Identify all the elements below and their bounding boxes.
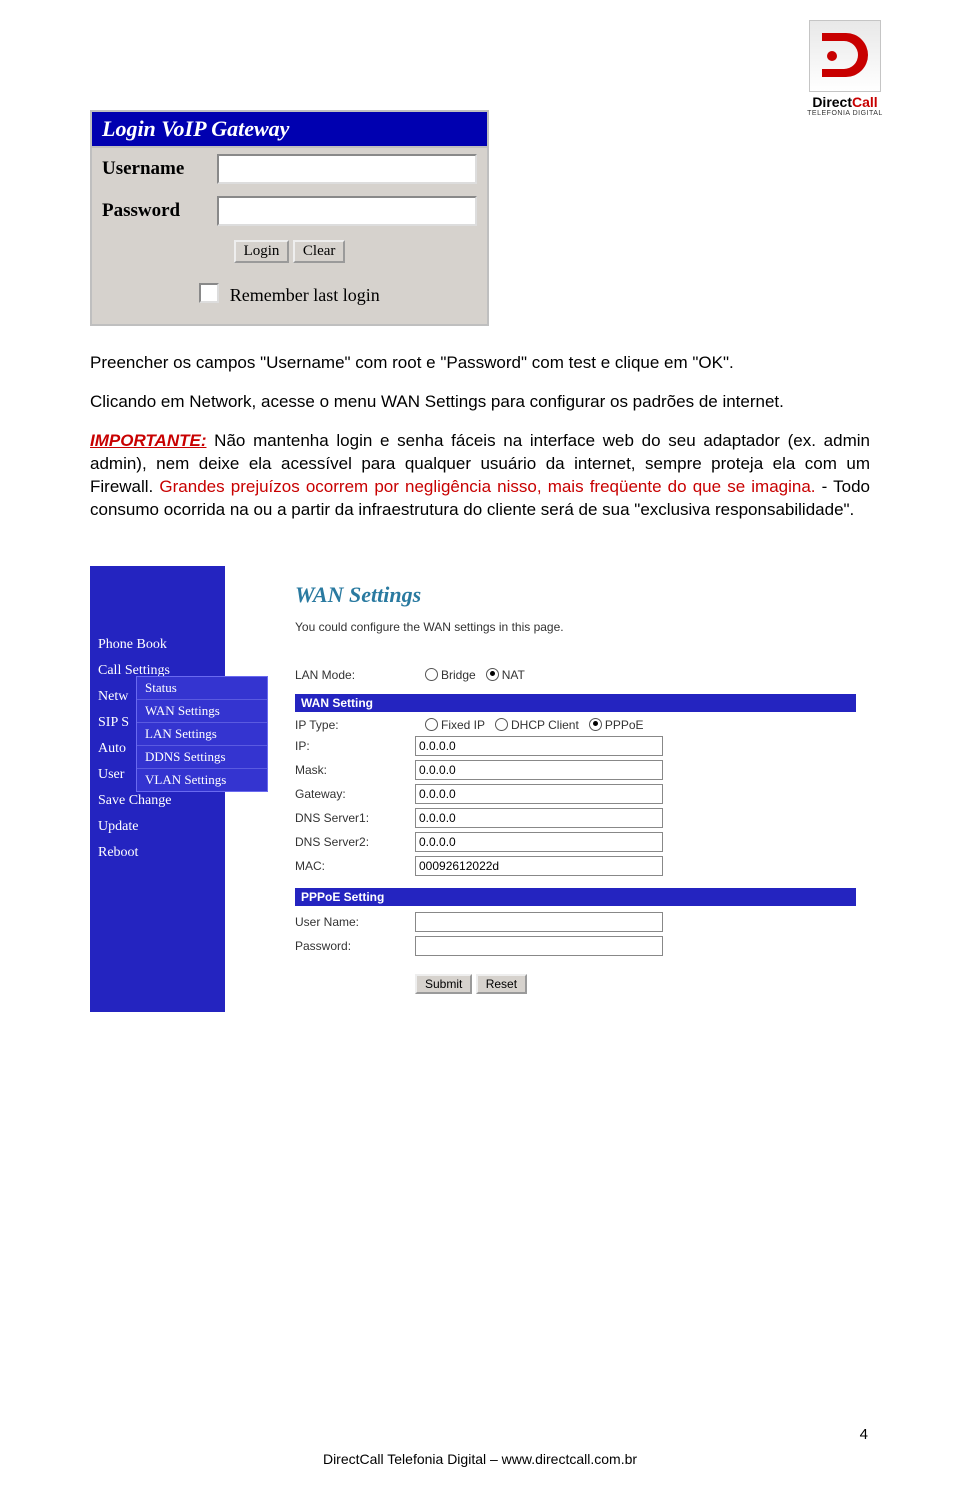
lan-mode-bridge-text: Bridge — [441, 668, 476, 682]
password-label: Password — [102, 200, 217, 222]
lan-mode-bridge-radio[interactable] — [425, 668, 438, 681]
submenu-wan[interactable]: WAN Settings — [137, 700, 267, 723]
submenu-ddns[interactable]: DDNS Settings — [137, 746, 267, 769]
ip-type-dhcp-text: DHCP Client — [511, 718, 579, 732]
gateway-label: Gateway: — [295, 787, 415, 801]
logo-text-b: Call — [852, 94, 878, 110]
body-copy: Preencher os campos "Username" com root … — [90, 352, 870, 522]
login-title: Login VoIP Gateway — [92, 112, 487, 148]
important-label: IMPORTANTE: — [90, 431, 206, 450]
ip-type-dhcp-radio[interactable] — [495, 718, 508, 731]
reset-button[interactable]: Reset — [476, 974, 527, 994]
network-submenu: Status WAN Settings LAN Settings DDNS Se… — [136, 676, 268, 792]
username-input[interactable] — [217, 154, 477, 184]
submit-button[interactable]: Submit — [415, 974, 472, 994]
clear-button[interactable]: Clear — [293, 240, 345, 263]
brand-logo: DirectCall TELEFONIA DIGITAL — [790, 20, 900, 117]
login-button[interactable]: Login — [234, 240, 290, 263]
password-input[interactable] — [217, 196, 477, 226]
login-panel: Login VoIP Gateway Username Password Log… — [90, 110, 489, 326]
paragraph-1: Preencher os campos "Username" com root … — [90, 352, 870, 375]
ip-input[interactable] — [415, 736, 663, 756]
mask-input[interactable] — [415, 760, 663, 780]
wan-settings-screenshot: Phone Book Call Settings Netw SIP S Auto… — [90, 566, 870, 1012]
wan-section-bar: WAN Setting — [295, 694, 856, 712]
ip-type-pppoe-text: PPPoE — [605, 718, 644, 732]
lan-mode-nat-text: NAT — [502, 668, 525, 682]
dns2-input[interactable] — [415, 832, 663, 852]
ip-type-fixed-radio[interactable] — [425, 718, 438, 731]
remember-checkbox[interactable] — [199, 283, 219, 303]
dns2-label: DNS Server2: — [295, 835, 415, 849]
logo-text-a: Direct — [812, 94, 852, 110]
submenu-lan[interactable]: LAN Settings — [137, 723, 267, 746]
wan-desc: You could configure the WAN settings in … — [295, 620, 856, 634]
sidebar: Phone Book Call Settings Netw SIP S Auto… — [90, 566, 225, 1012]
mac-input[interactable] — [415, 856, 663, 876]
gateway-input[interactable] — [415, 784, 663, 804]
p3-b: Grandes prejuízos ocorrem por negligênci… — [159, 477, 815, 496]
ip-type-fixed-text: Fixed IP — [441, 718, 485, 732]
pppoe-section-bar: PPPoE Setting — [295, 888, 856, 906]
page-number: 4 — [860, 1426, 868, 1443]
sidebar-item-reboot[interactable]: Reboot — [90, 840, 225, 866]
lan-mode-nat-radio[interactable] — [486, 668, 499, 681]
mac-label: MAC: — [295, 859, 415, 873]
ppp-user-label: User Name: — [295, 915, 415, 929]
dns1-input[interactable] — [415, 808, 663, 828]
logo-sub: TELEFONIA DIGITAL — [790, 110, 900, 117]
submenu-status[interactable]: Status — [137, 677, 267, 700]
wan-main: WAN Settings You could configure the WAN… — [225, 566, 870, 1012]
mask-label: Mask: — [295, 763, 415, 777]
ip-label: IP: — [295, 739, 415, 753]
paragraph-3: IMPORTANTE: Não mantenha login e senha f… — [90, 430, 870, 522]
lan-mode-label: LAN Mode: — [295, 668, 415, 682]
footer-text: DirectCall Telefonia Digital – www.direc… — [0, 1451, 960, 1467]
logo-text: DirectCall — [790, 94, 900, 110]
ip-type-pppoe-radio[interactable] — [589, 718, 602, 731]
ip-type-label: IP Type: — [295, 718, 415, 732]
logo-mark — [809, 20, 881, 92]
submenu-vlan[interactable]: VLAN Settings — [137, 769, 267, 791]
sidebar-item-update[interactable]: Update — [90, 814, 225, 840]
sidebar-item-phonebook[interactable]: Phone Book — [90, 632, 225, 658]
ppp-pass-input[interactable] — [415, 936, 663, 956]
paragraph-2: Clicando em Network, acesse o menu WAN S… — [90, 391, 870, 414]
remember-label: Remember last login — [230, 285, 380, 305]
wan-heading: WAN Settings — [295, 582, 856, 608]
username-label: Username — [102, 158, 217, 180]
ppp-pass-label: Password: — [295, 939, 415, 953]
ppp-user-input[interactable] — [415, 912, 663, 932]
dns1-label: DNS Server1: — [295, 811, 415, 825]
